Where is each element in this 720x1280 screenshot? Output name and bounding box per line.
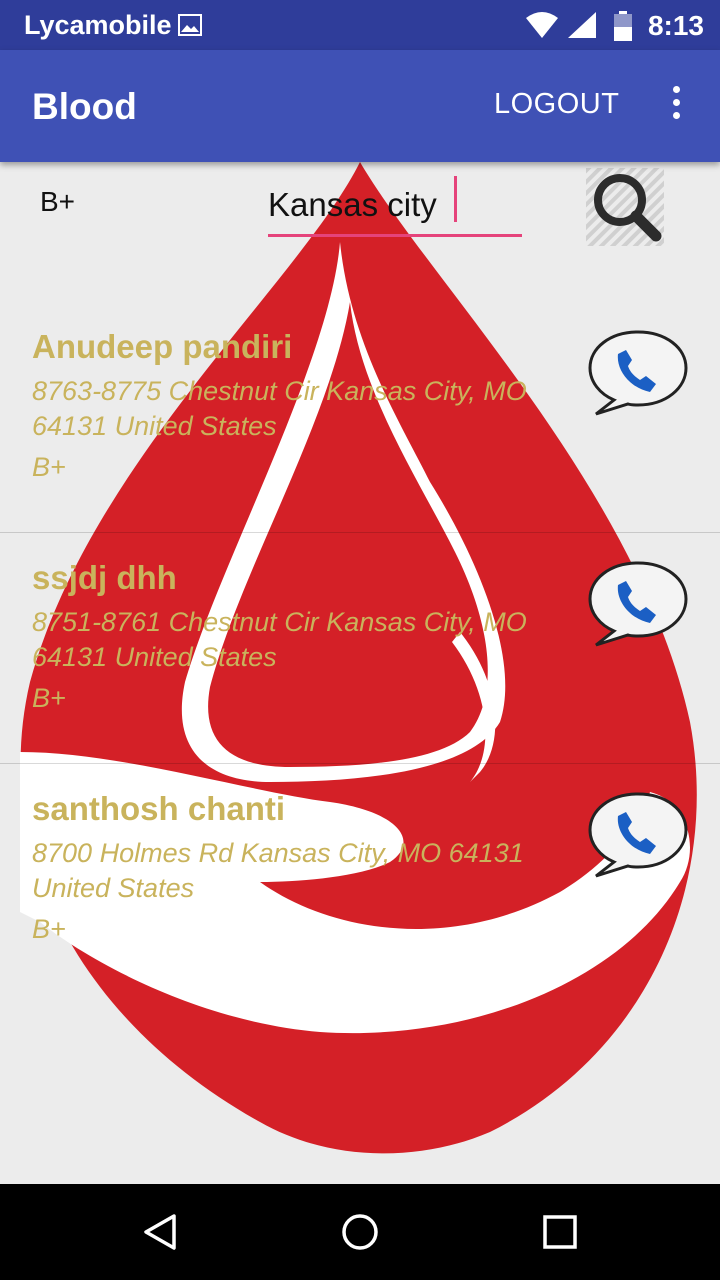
home-icon[interactable] [338, 1210, 382, 1254]
battery-icon [614, 11, 632, 41]
image-notification-icon [178, 14, 202, 36]
navigation-bar [0, 1184, 720, 1280]
donor-address: 8763-8775 Chestnut Cir Kansas City, MO 6… [32, 376, 527, 441]
donor-address: 8751-8761 Chestnut Cir Kansas City, MO 6… [32, 607, 527, 672]
blood-group-selector[interactable]: B+ [40, 186, 75, 218]
donor-blood-group: B+ [32, 683, 66, 713]
status-bar: Lycamobile 8:13 [0, 0, 720, 50]
app-bar: Blood LOGOUT [0, 50, 720, 162]
donor-row[interactable]: ssjdj dhh 8751-8761 Chestnut Cir Kansas … [0, 533, 720, 764]
donor-blood-group: B+ [32, 914, 66, 944]
logout-button[interactable]: LOGOUT [494, 88, 619, 121]
signal-icon [568, 12, 596, 38]
text-cursor [454, 176, 457, 222]
donor-blood-group: B+ [32, 452, 66, 482]
search-icon[interactable] [586, 168, 664, 246]
donor-name: Anudeep pandiri [32, 328, 293, 365]
city-search-input[interactable] [268, 176, 522, 237]
back-icon[interactable] [138, 1210, 182, 1254]
donor-row[interactable]: Anudeep pandiri 8763-8775 Chestnut Cir K… [0, 302, 720, 533]
wifi-icon [526, 12, 558, 38]
phone-call-icon[interactable] [584, 559, 692, 651]
phone-call-icon[interactable] [584, 790, 692, 882]
carrier-name: Lycamobile [24, 10, 172, 40]
donor-address: 8700 Holmes Rd Kansas City, MO 64131 Uni… [32, 838, 524, 903]
donor-name: santhosh chanti [32, 790, 286, 827]
donor-list: Anudeep pandiri 8763-8775 Chestnut Cir K… [0, 302, 720, 994]
content-area: B+ Anudeep pandiri 8763-8775 Chestnut Ci… [0, 162, 720, 1184]
phone-call-icon[interactable] [584, 328, 692, 420]
recents-icon[interactable] [538, 1210, 582, 1254]
app-title: Blood [32, 86, 137, 127]
donor-row[interactable]: santhosh chanti 8700 Holmes Rd Kansas Ci… [0, 764, 720, 994]
more-vert-icon[interactable] [662, 86, 690, 126]
donor-name: ssjdj dhh [32, 559, 177, 596]
clock: 8:13 [647, 10, 704, 41]
search-row: B+ [0, 162, 720, 262]
